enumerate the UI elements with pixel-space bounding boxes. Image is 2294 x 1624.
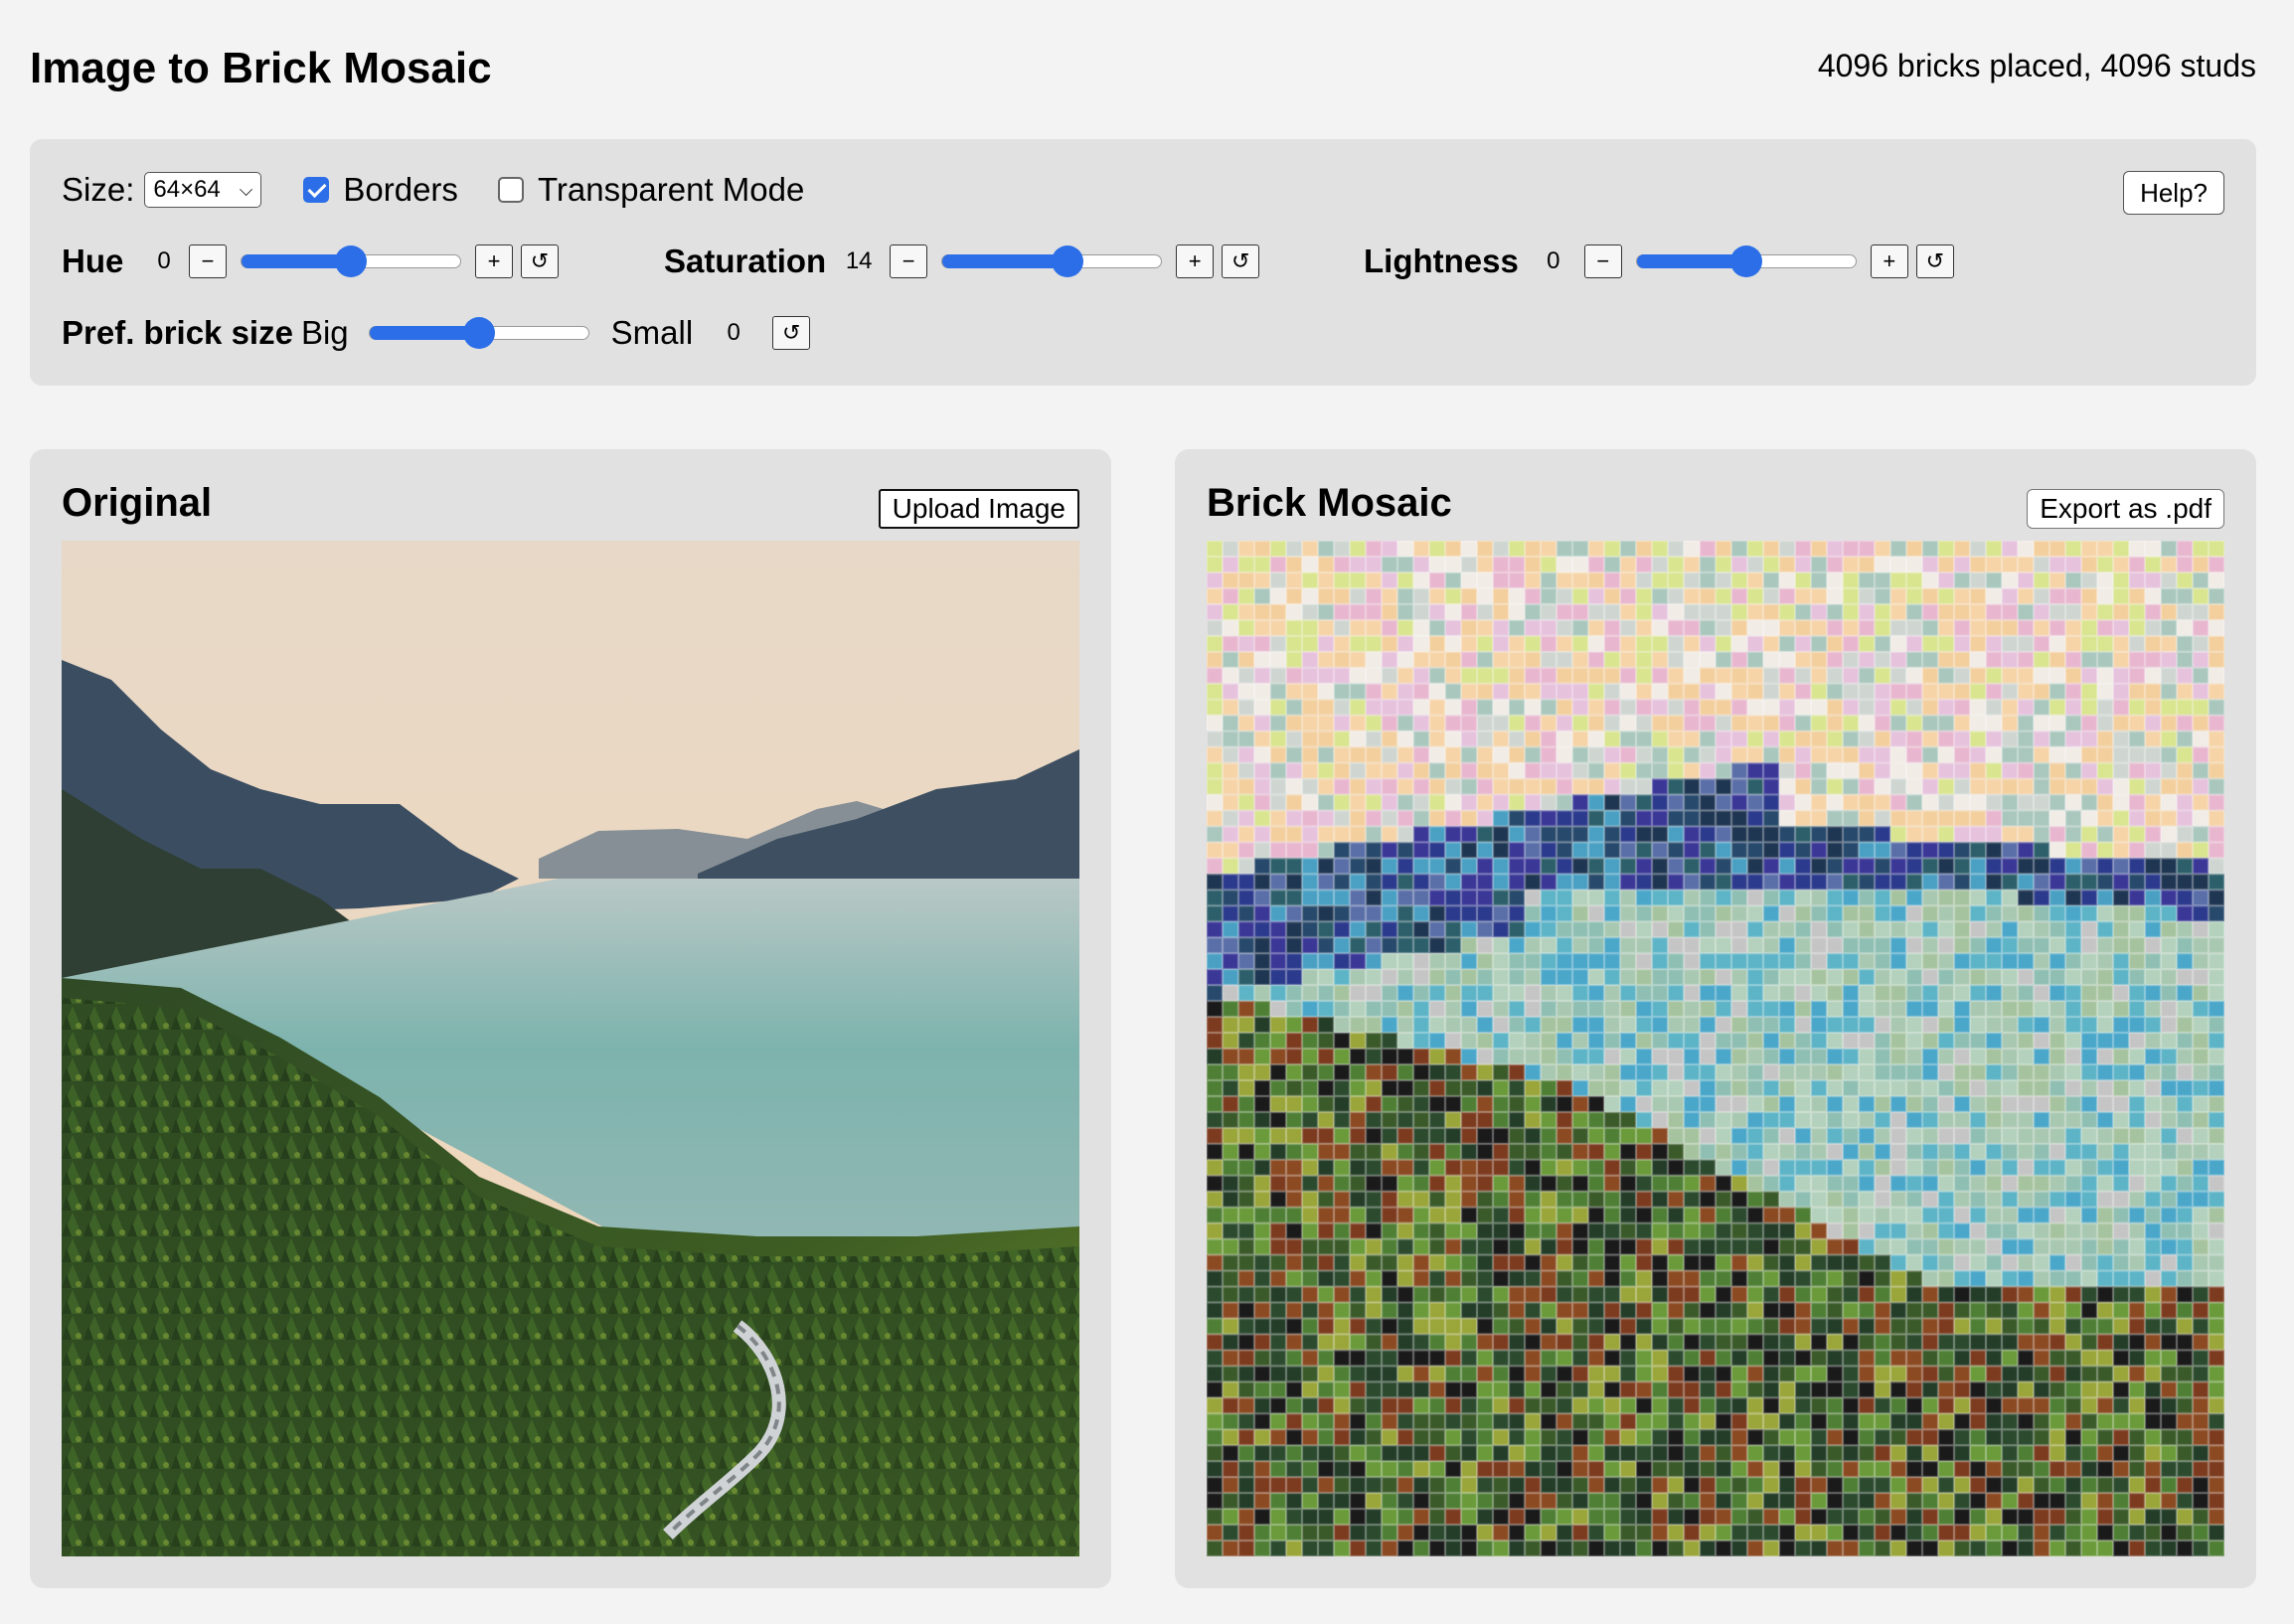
saturation-decrement-button[interactable]: −: [890, 244, 928, 278]
brick-size-big-label: Big: [300, 314, 349, 351]
lightness-control: Lightness 0 − + ↺: [1364, 237, 1954, 286]
saturation-control: Saturation 14 − + ↺: [664, 237, 1260, 286]
borders-label[interactable]: Borders: [343, 171, 458, 209]
mosaic-image: [1207, 541, 2224, 1556]
size-label: Size:: [62, 171, 135, 208]
saturation-label: Saturation: [664, 243, 827, 279]
brick-size-label: Pref. brick size: [62, 314, 293, 351]
hue-control: Hue 0 − + ↺: [62, 237, 559, 286]
page-title: Image to Brick Mosaic: [30, 44, 492, 92]
chevron-down-icon: ⌵: [239, 179, 253, 200]
original-panel: Original Upload Image: [30, 449, 1111, 1588]
upload-image-button[interactable]: Upload Image: [878, 489, 1079, 529]
brick-stats: 4096 bricks placed, 4096 studs: [1817, 48, 2256, 83]
controls-panel: Size: 64×64 ⌵ Borders Transparent Mode H…: [30, 139, 2256, 386]
hue-slider-thumb[interactable]: [335, 245, 367, 277]
lightness-label: Lightness: [1364, 243, 1519, 279]
lightness-slider[interactable]: [1635, 245, 1857, 277]
mosaic-canvas: [1207, 541, 2224, 1556]
hue-increment-button[interactable]: +: [475, 244, 513, 278]
mosaic-panel: Brick Mosaic Export as .pdf: [1175, 449, 2256, 1588]
hue-value: 0: [157, 247, 171, 274]
saturation-slider-thumb[interactable]: [1051, 245, 1083, 277]
saturation-increment-button[interactable]: +: [1176, 244, 1215, 278]
options-row: Size: 64×64 ⌵ Borders Transparent Mode: [62, 165, 804, 215]
mosaic-title: Brick Mosaic: [1207, 481, 1452, 525]
brick-size-slider-thumb[interactable]: [462, 317, 495, 349]
brick-size-control: Pref. brick size Big Small 0 ↺: [62, 308, 811, 358]
brick-size-small-label: Small: [610, 314, 694, 351]
lightness-increment-button[interactable]: +: [1870, 244, 1908, 278]
help-button[interactable]: Help?: [2123, 171, 2224, 215]
size-select[interactable]: 64×64 ⌵: [144, 172, 262, 208]
lightness-decrement-button[interactable]: −: [1583, 244, 1622, 278]
hue-slider[interactable]: [241, 245, 461, 277]
saturation-slider[interactable]: [941, 245, 1163, 277]
saturation-slider-fill: [942, 253, 1067, 268]
transparent-mode-label[interactable]: Transparent Mode: [538, 171, 804, 209]
hue-reset-button[interactable]: ↺: [521, 244, 559, 278]
saturation-value: 14: [845, 247, 873, 274]
saturation-reset-button[interactable]: ↺: [1222, 244, 1260, 278]
lightness-value: 0: [1547, 247, 1560, 274]
brick-size-value: 0: [727, 319, 740, 346]
original-image: [62, 541, 1079, 1556]
size-select-value: 64×64: [153, 176, 221, 203]
export-pdf-button[interactable]: Export as .pdf: [2027, 489, 2224, 529]
original-title: Original: [62, 481, 213, 525]
lightness-reset-button[interactable]: ↺: [1915, 244, 1954, 278]
header: Image to Brick Mosaic 4096 bricks placed…: [30, 40, 2256, 99]
hue-decrement-button[interactable]: −: [189, 244, 227, 278]
hue-label: Hue: [62, 243, 124, 279]
lightness-slider-thumb[interactable]: [1729, 245, 1762, 277]
borders-checkbox[interactable]: [303, 177, 330, 203]
landscape-photo: [62, 541, 1079, 1556]
transparent-mode-checkbox[interactable]: [497, 177, 524, 203]
brick-size-reset-button[interactable]: ↺: [772, 316, 811, 350]
brick-size-slider[interactable]: [368, 317, 589, 349]
